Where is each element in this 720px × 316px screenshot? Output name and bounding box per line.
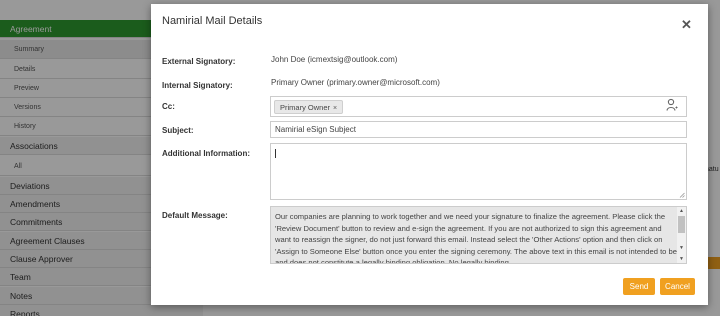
cc-chip-primary-owner: Primary Owner × [274,100,344,114]
scroll-down-end-icon[interactable]: ▼ [679,256,684,262]
namirial-mail-details-dialog: Namirial Mail Details ✕ External Signato… [151,4,708,305]
cc-chip-label: Primary Owner [280,103,331,112]
scroll-up-icon[interactable]: ▲ [679,208,684,214]
resize-grip-icon[interactable] [679,192,685,198]
cc-input[interactable]: Primary Owner × [270,96,687,117]
default-message-label: Default Message: [162,211,228,220]
text-caret [275,149,276,158]
external-signatory-value: John Doe (icmextsig@outlook.com) [271,55,398,64]
scroll-down-icon[interactable]: ▼ [679,245,684,251]
chip-remove-icon[interactable]: × [333,105,337,112]
internal-signatory-label: Internal Signatory: [162,81,233,90]
close-icon[interactable]: ✕ [681,18,692,31]
default-message-textarea[interactable]: Our companies are planning to work toget… [270,206,687,264]
subject-input[interactable]: Namirial eSign Subject [270,121,687,138]
subject-label: Subject: [162,126,194,135]
person-icon[interactable] [666,98,678,112]
dialog-title: Namirial Mail Details [162,15,263,27]
external-signatory-label: External Signatory: [162,57,236,66]
scrollbar-thumb[interactable] [678,216,685,233]
cc-label: Cc: [162,102,175,111]
cancel-button[interactable]: Cancel [660,278,695,295]
default-message-scrollbar[interactable]: ▲ ▼ ▼ [677,207,686,263]
internal-signatory-value: Primary Owner (primary.owner@microsoft.c… [271,78,440,87]
additional-information-textarea[interactable] [270,143,687,200]
send-button[interactable]: Send [623,278,655,295]
default-message-text: Our companies are planning to work toget… [275,212,677,264]
additional-information-label: Additional Information: [162,149,250,158]
